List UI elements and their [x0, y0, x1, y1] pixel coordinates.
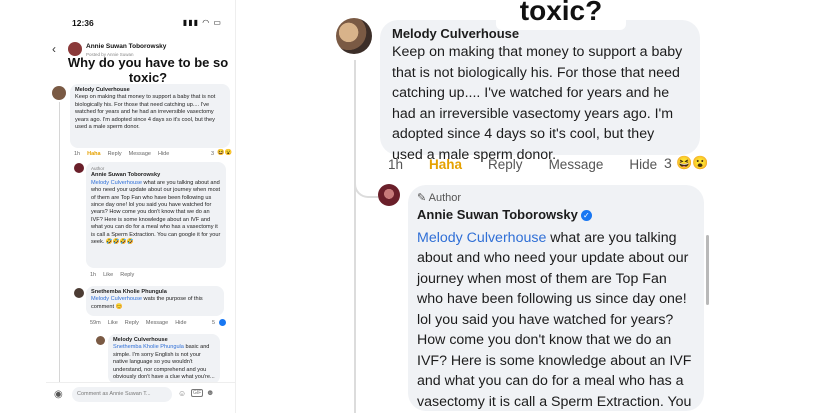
- comment-bubble: Melody Culverhouse Keep on making that m…: [70, 84, 230, 148]
- verified-badge-icon: ✓: [580, 209, 592, 221]
- mention-link[interactable]: Melody Culverhouse: [417, 230, 546, 246]
- author-tag: ✎ Author: [417, 192, 462, 204]
- avatar[interactable]: [378, 184, 400, 206]
- hide-button[interactable]: Hide: [175, 320, 186, 326]
- zoomed-screenshot: Melody Culverhouse Keep on making that m…: [326, 0, 825, 413]
- haha-button[interactable]: Haha: [87, 151, 100, 157]
- comment-text: Keep on making that money to support a b…: [392, 44, 683, 163]
- comment-input[interactable]: Comment as Annie Suwan T...: [72, 387, 172, 402]
- gif-icon[interactable]: GIF: [191, 389, 204, 397]
- reply-button[interactable]: Reply: [108, 151, 122, 157]
- post-author[interactable]: Annie Suwan Toborowsky: [86, 43, 166, 50]
- back-arrow-icon[interactable]: ‹: [52, 42, 56, 56]
- commenter-name[interactable]: Annie Suwan Toborowsky: [91, 172, 221, 179]
- comment-text: what are you talking about and who need …: [417, 229, 692, 410]
- avatar[interactable]: [52, 86, 66, 100]
- reaction-icons[interactable]: 😆😮: [676, 155, 708, 171]
- commenter-name[interactable]: Melody Culverhouse: [75, 87, 225, 94]
- comment-time: 1h: [388, 157, 404, 172]
- commenter-name[interactable]: Melody Culverhouse: [113, 337, 215, 344]
- signal-wifi-battery-icon: ▮▮▮ ◠ ▭: [182, 18, 222, 27]
- comment-body: Melody Culverhouse what are you talking …: [417, 228, 695, 413]
- mention-link[interactable]: Snethemba Kholie Phungula: [113, 344, 184, 350]
- haha-button[interactable]: Haha: [429, 157, 462, 172]
- commenter-name[interactable]: Snethemba Kholie Phungula: [91, 289, 219, 296]
- comment-time: 1h: [90, 272, 97, 278]
- avatar[interactable]: [74, 163, 84, 173]
- mention-link[interactable]: Melody Culverhouse: [91, 296, 142, 302]
- like-reaction-icon[interactable]: [219, 319, 226, 326]
- phone-screenshot: 12:36 ▮▮▮ ◠ ▭ ‹ Annie Suwan Toborowsky P…: [46, 0, 236, 413]
- comment-bubble: Snethemba Kholie Phungula Melody Culverh…: [86, 286, 224, 316]
- status-bar: 12:36 ▮▮▮ ◠ ▭: [46, 18, 235, 32]
- reaction-count[interactable]: 3: [664, 155, 672, 171]
- author-tag: Author: [91, 166, 105, 171]
- avatar[interactable]: [336, 18, 372, 54]
- comment-time: 1h: [74, 151, 81, 157]
- comment-composer: ◉ Comment as Annie Suwan T... ☺ GIF ☻: [46, 382, 235, 406]
- comment-actions: 59m Like Reply Message Hide: [90, 320, 187, 326]
- comment-bubble: Author Annie Suwan Toborowsky Melody Cul…: [86, 162, 226, 268]
- sticker-icon[interactable]: ☺: [178, 389, 186, 398]
- avatar[interactable]: [68, 42, 82, 56]
- comment-actions: 1h Like Reply: [90, 272, 134, 278]
- overlay-caption: Why do you have to be so toxic?: [67, 55, 229, 85]
- comment-actions: 1h Haha Reply Message Hide: [74, 151, 169, 157]
- hide-button[interactable]: Hide: [629, 157, 657, 172]
- comment-bubble: ✎ Author Annie Suwan Toborowsky ✓ Melody …: [408, 185, 704, 411]
- emoji-icon[interactable]: ☻: [206, 388, 214, 397]
- reply-button[interactable]: Reply: [125, 320, 139, 326]
- avatar[interactable]: [96, 336, 105, 345]
- comment-bubble: Melody Culverhouse Snethemba Kholie Phun…: [108, 334, 220, 384]
- like-button[interactable]: Like: [103, 272, 113, 278]
- avatar[interactable]: [74, 288, 84, 298]
- message-button[interactable]: Message: [129, 151, 151, 157]
- comment-time: 59m: [90, 320, 101, 326]
- thread-connector: [354, 170, 378, 198]
- reaction-count[interactable]: 3: [211, 151, 214, 157]
- reaction-count[interactable]: 5: [212, 320, 215, 326]
- commenter-name[interactable]: Annie Suwan Toborowsky: [417, 207, 578, 222]
- comment-text: what are you talking about and who need …: [91, 179, 221, 246]
- thread-line: [59, 102, 60, 382]
- message-button[interactable]: Message: [549, 157, 604, 172]
- overlay-caption: toxic?: [496, 0, 626, 30]
- thread-line: [354, 60, 356, 413]
- reaction-icons[interactable]: 😆😮: [217, 149, 232, 156]
- camera-icon[interactable]: ◉: [54, 389, 63, 400]
- comment-actions: 1h Haha Reply Message Hide: [388, 157, 657, 172]
- comment-bubble: Melody Culverhouse Keep on making that m…: [380, 20, 700, 163]
- mention-link[interactable]: Melody Culverhouse: [91, 180, 142, 186]
- scrollbar[interactable]: [706, 235, 709, 305]
- reply-button[interactable]: Reply: [120, 272, 134, 278]
- message-button[interactable]: Message: [146, 320, 168, 326]
- status-time: 12:36: [72, 18, 94, 28]
- hide-button[interactable]: Hide: [158, 151, 169, 157]
- like-button[interactable]: Like: [108, 320, 118, 326]
- reply-button[interactable]: Reply: [488, 157, 523, 172]
- comment-text: Keep on making that money to support a b…: [75, 94, 216, 131]
